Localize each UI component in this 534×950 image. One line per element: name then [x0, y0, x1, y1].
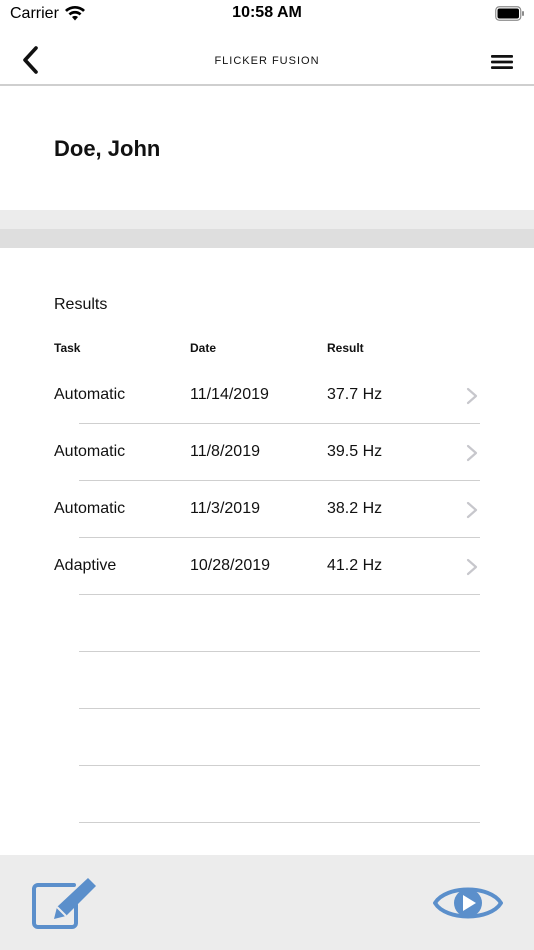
result-row[interactable]: Automatic 11/14/2019 37.7 Hz: [0, 367, 534, 424]
result-value: 41.2 Hz: [327, 557, 383, 574]
result-row[interactable]: Adaptive 10/28/2019 41.2 Hz: [0, 538, 534, 595]
empty-row-divider: [79, 822, 480, 823]
result-value: 38.2 Hz: [327, 500, 383, 517]
edit-button[interactable]: [30, 877, 100, 931]
column-header-date: Date: [190, 341, 217, 355]
view-button[interactable]: [432, 879, 504, 927]
chevron-right-icon: [466, 501, 478, 519]
result-row[interactable]: Automatic 11/3/2019 38.2 Hz: [0, 481, 534, 538]
page-title: FLICKER FUSION: [214, 55, 320, 67]
bottom-toolbar: [0, 855, 534, 950]
empty-row-divider: [79, 708, 480, 709]
separator-band: [0, 210, 534, 229]
patient-name: Doe, John: [54, 136, 161, 161]
nav-bar: FLICKER FUSION: [0, 30, 534, 86]
separator-band: [0, 229, 534, 248]
eye-icon: [433, 887, 503, 919]
chevron-right-icon: [466, 558, 478, 576]
status-bar: Carrier 10:58 AM: [0, 0, 534, 30]
result-date: 11/14/2019: [190, 386, 269, 403]
result-task: Automatic: [54, 443, 126, 460]
chevron-right-icon: [466, 387, 478, 405]
hamburger-menu-icon[interactable]: [490, 52, 514, 72]
result-task: Automatic: [54, 386, 126, 403]
empty-row-divider: [79, 651, 480, 652]
result-value: 37.7 Hz: [327, 386, 383, 403]
edit-icon: [32, 878, 96, 929]
result-value: 39.5 Hz: [327, 443, 383, 460]
status-time: 10:58 AM: [232, 4, 302, 21]
battery-icon: [495, 6, 524, 21]
result-row[interactable]: Automatic 11/8/2019 39.5 Hz: [0, 424, 534, 481]
result-date: 11/3/2019: [190, 500, 260, 517]
result-task: Automatic: [54, 500, 126, 517]
result-date: 11/8/2019: [190, 443, 260, 460]
row-divider: [79, 594, 480, 595]
chevron-right-icon: [466, 444, 478, 462]
result-task: Adaptive: [54, 557, 117, 574]
empty-row-divider: [79, 765, 480, 766]
column-header-task: Task: [54, 341, 81, 355]
result-date: 10/28/2019: [190, 557, 271, 574]
results-title: Results: [54, 296, 108, 313]
column-header-result: Result: [327, 341, 364, 355]
